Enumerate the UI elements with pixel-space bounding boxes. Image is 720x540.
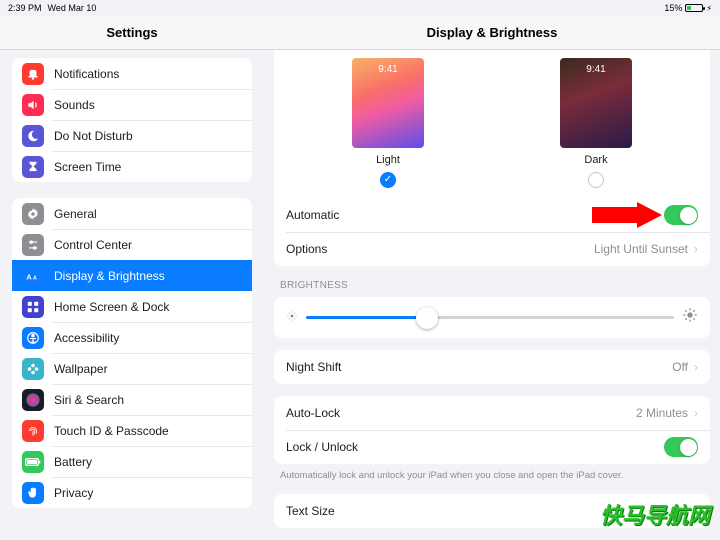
brightness-slider[interactable] bbox=[306, 316, 674, 319]
hourglass-icon bbox=[22, 156, 44, 178]
sidebar-item-display-brightness[interactable]: AA Display & Brightness bbox=[12, 260, 252, 291]
fingerprint-icon bbox=[22, 420, 44, 442]
sidebar-item-label: Notifications bbox=[54, 67, 119, 81]
night-shift-card: Night Shift Off › bbox=[274, 350, 710, 384]
brightness-high-icon bbox=[682, 307, 698, 328]
options-row[interactable]: Options Light Until Sunset › bbox=[274, 232, 710, 266]
sidebar-item-label: Display & Brightness bbox=[54, 269, 165, 283]
status-time: 2:39 PM bbox=[8, 3, 42, 13]
sidebar-item-wallpaper[interactable]: Wallpaper bbox=[12, 353, 252, 384]
chevron-right-icon: › bbox=[694, 360, 698, 374]
sidebar-item-privacy[interactable]: Privacy bbox=[12, 477, 252, 508]
lock-unlock-footnote: Automatically lock and unlock your iPad … bbox=[274, 464, 710, 482]
options-label: Options bbox=[286, 242, 594, 256]
text-size-label: Text Size bbox=[286, 504, 688, 518]
speaker-icon bbox=[22, 94, 44, 116]
appearance-light-preview: 9:41 bbox=[352, 58, 424, 148]
sidebar-item-do-not-disturb[interactable]: Do Not Disturb bbox=[12, 120, 252, 151]
gear-icon bbox=[22, 203, 44, 225]
appearance-light-option[interactable]: 9:41 Light bbox=[284, 58, 492, 188]
text-size-row[interactable]: Text Size › bbox=[274, 494, 710, 528]
appearance-light-radio[interactable] bbox=[380, 172, 396, 188]
chevron-right-icon: › bbox=[694, 504, 698, 518]
sidebar-item-label: Control Center bbox=[54, 238, 132, 252]
charging-icon: ⚡︎ bbox=[706, 4, 712, 13]
sidebar-item-home-screen-dock[interactable]: Home Screen & Dock bbox=[12, 291, 252, 322]
sidebar-item-accessibility[interactable]: Accessibility bbox=[12, 322, 252, 353]
sidebar-item-touch-id-passcode[interactable]: Touch ID & Passcode bbox=[12, 415, 252, 446]
options-value: Light Until Sunset bbox=[594, 242, 688, 256]
hand-icon bbox=[22, 482, 44, 504]
sidebar-group: General Control Center AA Display & Brightn… bbox=[12, 198, 252, 508]
night-shift-value: Off bbox=[672, 360, 688, 374]
figure-icon bbox=[22, 327, 44, 349]
sidebar-item-screen-time[interactable]: Screen Time bbox=[12, 151, 252, 182]
night-shift-label: Night Shift bbox=[286, 360, 672, 374]
night-shift-row[interactable]: Night Shift Off › bbox=[274, 350, 710, 384]
sidebar-item-notifications[interactable]: Notifications bbox=[12, 58, 252, 89]
auto-lock-row[interactable]: Auto-Lock 2 Minutes › bbox=[274, 396, 710, 430]
chevron-right-icon: › bbox=[694, 406, 698, 420]
aa-icon: AA bbox=[22, 265, 44, 287]
appearance-light-label: Light bbox=[376, 154, 400, 166]
sidebar-item-label: General bbox=[54, 207, 97, 221]
sidebar-group: Notifications Sounds Do Not Disturb Screen … bbox=[12, 58, 252, 182]
sidebar-item-label: Touch ID & Passcode bbox=[54, 424, 169, 438]
automatic-row: Automatic bbox=[274, 198, 710, 232]
flower-icon bbox=[22, 358, 44, 380]
bell-icon bbox=[22, 63, 44, 85]
status-date: Wed Mar 10 bbox=[48, 3, 97, 13]
sidebar-item-label: Sounds bbox=[54, 98, 95, 112]
status-bar: 2:39 PM Wed Mar 10 15% ⚡︎ bbox=[0, 0, 720, 16]
battery-icon bbox=[685, 4, 703, 12]
brightness-card bbox=[274, 297, 710, 338]
lock-unlock-row: Lock / Unlock bbox=[274, 430, 710, 464]
sidebar-item-general[interactable]: General bbox=[12, 198, 252, 229]
sidebar-item-label: Screen Time bbox=[54, 160, 121, 174]
sidebar-item-control-center[interactable]: Control Center bbox=[12, 229, 252, 260]
sidebar-item-label: Accessibility bbox=[54, 331, 119, 345]
lock-unlock-toggle[interactable] bbox=[664, 437, 698, 457]
sidebar-title: Settings bbox=[0, 16, 264, 49]
annotation-arrow bbox=[592, 202, 662, 228]
battery-percent: 15% bbox=[664, 3, 682, 13]
sliders-icon bbox=[22, 234, 44, 256]
battery-icon bbox=[22, 451, 44, 473]
lock-unlock-label: Lock / Unlock bbox=[286, 440, 664, 454]
sidebar-item-battery[interactable]: Battery bbox=[12, 446, 252, 477]
grid-icon bbox=[22, 296, 44, 318]
text-card: Text Size › bbox=[274, 494, 710, 528]
chevron-right-icon: › bbox=[694, 242, 698, 256]
svg-text:A: A bbox=[26, 272, 32, 281]
siri-icon bbox=[22, 389, 44, 411]
sidebar-item-sounds[interactable]: Sounds bbox=[12, 89, 252, 120]
lock-card: Auto-Lock 2 Minutes › Lock / Unlock bbox=[274, 396, 710, 464]
appearance-dark-preview: 9:41 bbox=[560, 58, 632, 148]
appearance-dark-label: Dark bbox=[584, 154, 607, 166]
sidebar-item-label: Siri & Search bbox=[54, 393, 124, 407]
sidebar-item-siri-search[interactable]: Siri & Search bbox=[12, 384, 252, 415]
automatic-toggle[interactable] bbox=[664, 205, 698, 225]
auto-lock-value: 2 Minutes bbox=[636, 406, 688, 420]
svg-text:A: A bbox=[33, 275, 37, 281]
appearance-dark-radio[interactable] bbox=[588, 172, 604, 188]
brightness-low-icon bbox=[286, 309, 298, 327]
header-bar: Settings Display & Brightness bbox=[0, 16, 720, 50]
moon-icon bbox=[22, 125, 44, 147]
detail-pane[interactable]: 9:41 Light 9:41 Dark Automatic Options bbox=[264, 50, 720, 540]
auto-lock-label: Auto-Lock bbox=[286, 406, 636, 420]
settings-sidebar[interactable]: Notifications Sounds Do Not Disturb Screen … bbox=[0, 50, 264, 540]
brightness-slider-thumb[interactable] bbox=[416, 307, 438, 329]
brightness-header: BRIGHTNESS bbox=[274, 266, 710, 295]
detail-title: Display & Brightness bbox=[264, 16, 720, 49]
appearance-card: 9:41 Light 9:41 Dark Automatic Options bbox=[274, 50, 710, 266]
sidebar-item-label: Wallpaper bbox=[54, 362, 108, 376]
sidebar-item-label: Home Screen & Dock bbox=[54, 300, 169, 314]
brightness-slider-row bbox=[274, 297, 710, 338]
sidebar-item-label: Privacy bbox=[54, 486, 93, 500]
brightness-slider-fill bbox=[306, 316, 427, 319]
sidebar-item-label: Do Not Disturb bbox=[54, 129, 133, 143]
sidebar-item-label: Battery bbox=[54, 455, 92, 469]
appearance-dark-option[interactable]: 9:41 Dark bbox=[492, 58, 700, 188]
